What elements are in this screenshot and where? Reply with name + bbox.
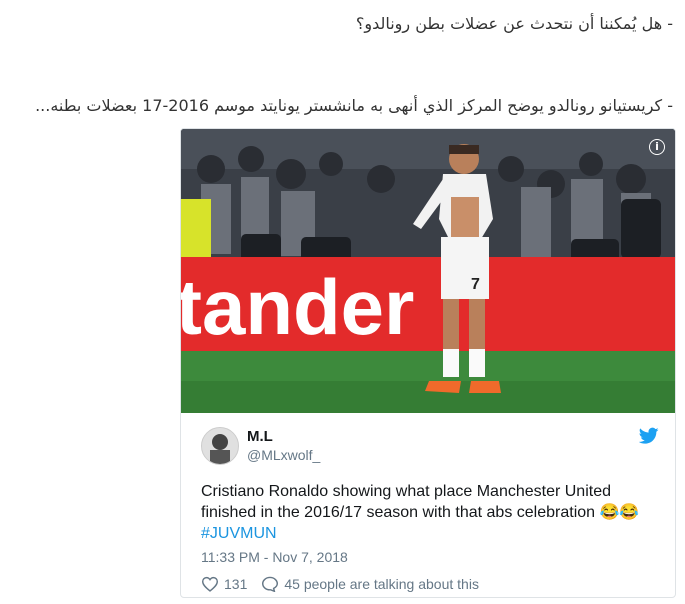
article-caption-line: - كريستيانو رونالدو يوضح المركز الذي أنه…: [35, 96, 673, 115]
celebration-photo: tander 7: [181, 129, 675, 413]
speech-bubble-icon[interactable]: [261, 576, 279, 592]
info-icon[interactable]: i: [649, 139, 665, 155]
twitter-bird-icon[interactable]: [639, 427, 659, 445]
heart-icon[interactable]: [201, 576, 219, 592]
tweet-timestamp[interactable]: 11:33 PM - Nov 7, 2018: [201, 549, 348, 565]
like-count: 131: [224, 576, 248, 592]
tweet-header: M.L @MLxwolf_: [201, 427, 659, 467]
ad-board-text: tander: [181, 263, 414, 351]
tweet-text: Cristiano Ronaldo showing what place Man…: [201, 481, 661, 544]
embedded-tweet[interactable]: tander 7 i M.L @MLxwolf_ Cristiano Ronal…: [180, 128, 676, 598]
jersey-number: 7: [471, 276, 480, 293]
tweet-text-line2: finished in the 2016/17 season with that…: [201, 504, 640, 521]
author-handle[interactable]: @MLxwolf_: [247, 447, 320, 463]
tweet-actions: 131 45 people are talking about this: [201, 576, 479, 592]
tweet-text-line1: Cristiano Ronaldo showing what place Man…: [201, 483, 611, 500]
avatar[interactable]: [201, 427, 239, 465]
hashtag-link[interactable]: #JUVMUN: [201, 523, 661, 544]
author-name[interactable]: M.L: [247, 428, 273, 445]
tweet-media-image[interactable]: tander 7 i: [181, 129, 675, 413]
article-question-line: - هل يُمكننا أن نتحدث عن عضلات بطن رونال…: [355, 14, 673, 33]
talking-about-link[interactable]: 45 people are talking about this: [284, 576, 479, 592]
